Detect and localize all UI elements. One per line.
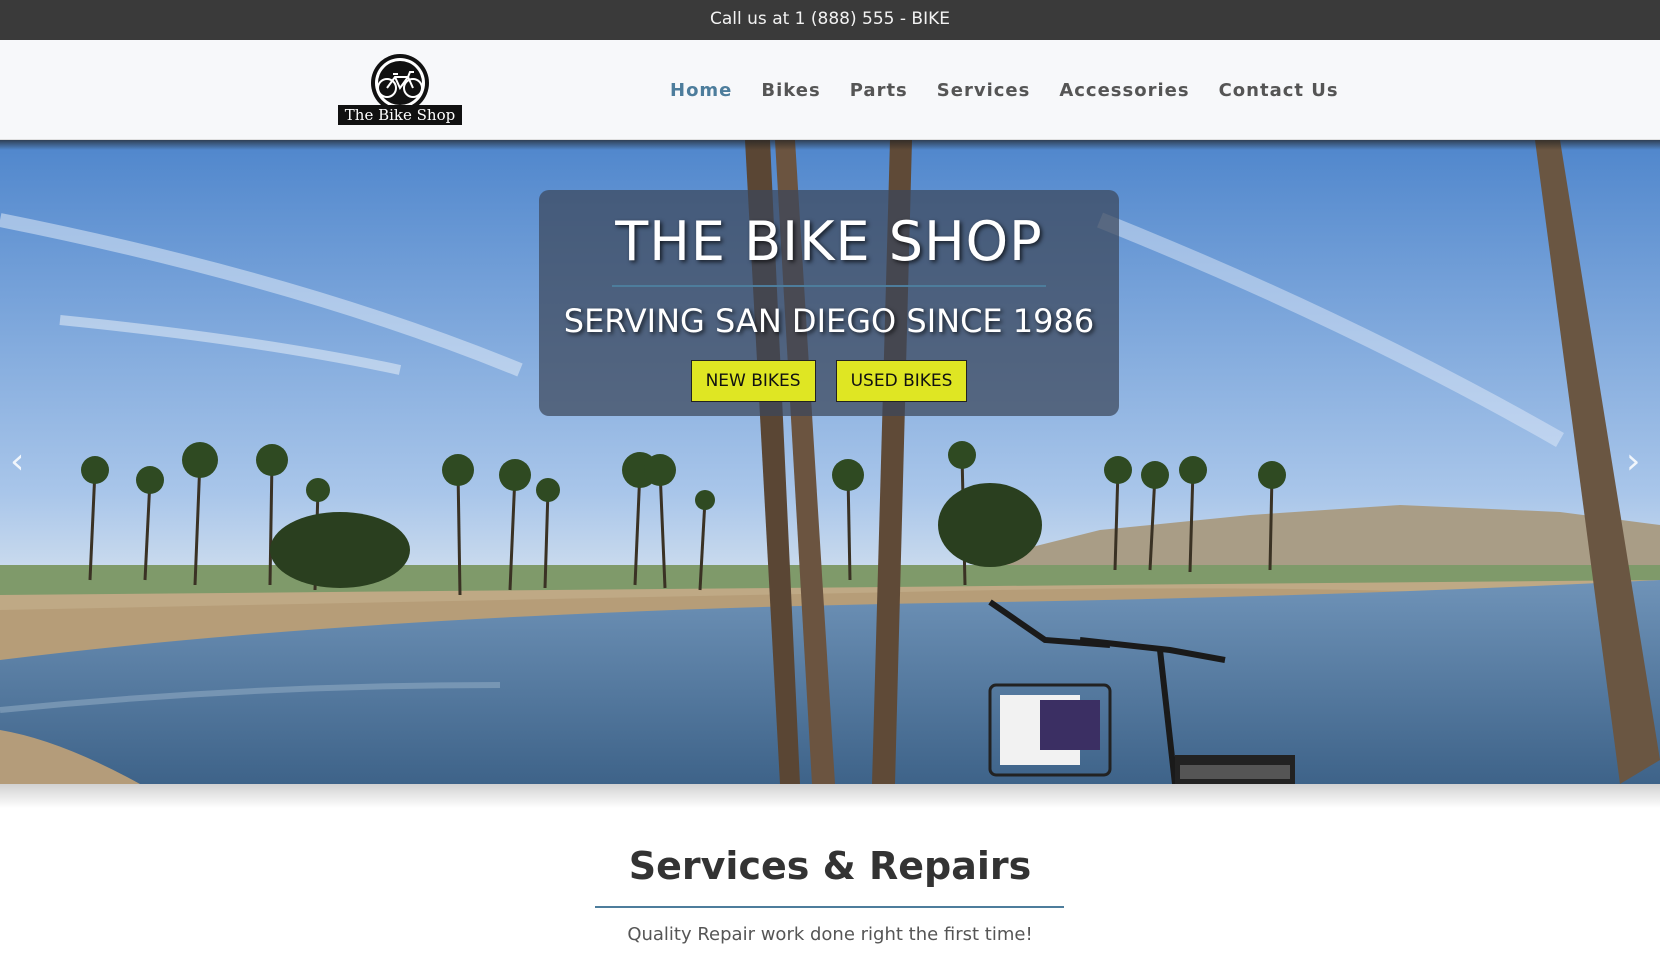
- logo-text: The Bike Shop: [345, 106, 455, 124]
- used-bikes-button[interactable]: USED BIKES: [835, 360, 968, 402]
- topbar-phone: Call us at 1 (888) 555 - BIKE: [0, 0, 1660, 40]
- nav-home[interactable]: Home: [670, 80, 732, 101]
- new-bikes-button[interactable]: NEW BIKES: [690, 360, 816, 402]
- section-title: Services & Repairs: [628, 844, 1032, 888]
- hero-carousel: THE BIKE SHOP SERVING SAN DIEGO SINCE 19…: [0, 140, 1660, 784]
- hero-caption: THE BIKE SHOP SERVING SAN DIEGO SINCE 19…: [539, 190, 1119, 416]
- carousel-prev-icon[interactable]: ‹: [10, 444, 24, 480]
- nav-services[interactable]: Services: [937, 80, 1031, 101]
- site-logo[interactable]: The Bike Shop: [338, 53, 462, 127]
- hero-title: THE BIKE SHOP: [615, 210, 1043, 273]
- navbar-shadow: [0, 140, 1660, 150]
- section-divider: [595, 906, 1064, 908]
- nav-accessories[interactable]: Accessories: [1059, 80, 1189, 101]
- topbar-phone-text: Call us at 1 (888) 555 - BIKE: [710, 9, 950, 29]
- bike-shop-logo-icon: The Bike Shop: [338, 54, 462, 125]
- nav-parts[interactable]: Parts: [850, 80, 908, 101]
- hero-shadow: [0, 784, 1660, 808]
- section-subtitle: Quality Repair work done right the first…: [627, 924, 1033, 945]
- hero-buttons: NEW BIKES USED BIKES: [539, 360, 1119, 402]
- nav-bikes[interactable]: Bikes: [761, 80, 820, 101]
- hero-subtitle: SERVING SAN DIEGO SINCE 1986: [563, 302, 1095, 340]
- carousel-next-icon[interactable]: ›: [1626, 444, 1640, 480]
- nav-contact-us[interactable]: Contact Us: [1219, 80, 1339, 101]
- main-nav: Home Bikes Parts Services Accessories Co…: [670, 40, 1368, 140]
- hero-divider: [612, 285, 1046, 287]
- navbar: The Bike Shop Home Bikes Parts Services …: [0, 40, 1660, 140]
